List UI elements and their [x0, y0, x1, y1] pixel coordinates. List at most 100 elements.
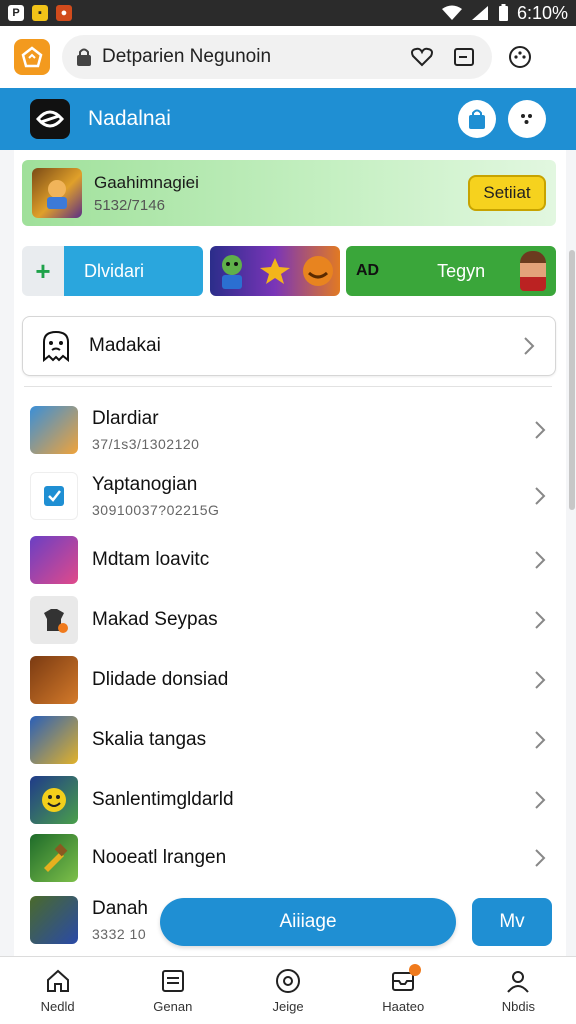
more-icon[interactable] [508, 100, 546, 138]
list-item-title: Makad Seypas [92, 609, 218, 630]
circle-icon [274, 967, 302, 995]
divider [24, 386, 552, 387]
app-thumbnail [30, 834, 78, 882]
nav-item-home[interactable]: Nedld [0, 957, 115, 1024]
search-card[interactable]: Madakai [22, 316, 556, 376]
list-item[interactable]: Dlardiar 37/1s3/1302120 [14, 402, 566, 458]
featured-banner[interactable]: Gaahimnagiei 5132/7146 Setiiat [22, 160, 556, 226]
content-area: Gaahimnagiei 5132/7146 Setiiat + Dlvidar… [0, 150, 576, 956]
list-item-title: Dlardiar [92, 408, 159, 429]
card-icon [159, 967, 187, 995]
app-thumbnail [30, 472, 78, 520]
bottom-nav: Nedld Genan Jeige Haateo Nbdis [0, 956, 576, 1024]
url-text[interactable]: Detparien Negunoin [102, 46, 394, 68]
app-screen: P ▪ ● 6:10% Detparien Negunoin Nadalnai … [0, 0, 576, 1024]
scrollbar-thumb[interactable] [569, 250, 575, 510]
chevron-right-icon [530, 730, 550, 750]
search-card-label: Madakai [89, 335, 161, 356]
avatar [520, 251, 546, 291]
game-app-icon: ● [56, 5, 72, 21]
nav-item-games[interactable]: Genan [115, 957, 230, 1024]
list-item[interactable]: Sanlentimgldarld [14, 772, 566, 828]
status-bar: P ▪ ● 6:10% [0, 0, 576, 26]
tabs-icon[interactable] [450, 43, 478, 71]
list-item-title: Mdtam loavitc [92, 549, 210, 570]
app-logo[interactable] [30, 99, 70, 139]
list-item[interactable]: Yaptanogian 30910037?02215G [14, 468, 566, 524]
promo-green-icon: AD [356, 262, 380, 279]
browser-toolbar: Detparien Negunoin [0, 26, 576, 88]
list-item-title: Skalia tangas [92, 729, 207, 750]
app-header: Nadalnai [0, 88, 576, 150]
yellow-app-icon: ▪ [32, 5, 48, 21]
list-item[interactable]: Mdtam loavitc [14, 532, 566, 588]
list-item-subtitle: 37/1s3/1302120 [92, 436, 200, 452]
list-item[interactable]: Makad Seypas [14, 592, 566, 648]
banner-subtitle: 5132/7146 [94, 196, 165, 214]
app-thumbnail [30, 716, 78, 764]
chevron-right-icon [530, 420, 550, 440]
app-thumbnail [30, 536, 78, 584]
list-item-title: Sanlentimgldarld [92, 789, 234, 810]
battery-icon [498, 4, 508, 21]
nav-item-center[interactable]: Jeige [230, 957, 345, 1024]
nav-label: Haateo [382, 999, 425, 1014]
nav-label: Nbdis [501, 999, 536, 1014]
promo-blue-card[interactable]: + Dlvidari [22, 246, 203, 296]
notification-badge [409, 964, 422, 976]
nav-label: Jeige [272, 999, 304, 1014]
list-item-subtitle: 3332 10 [92, 926, 147, 942]
bag-icon[interactable] [458, 100, 496, 138]
list-item-title: Dlidade donsiad [92, 669, 229, 690]
app-thumbnail [30, 656, 78, 704]
home-icon [44, 967, 72, 995]
secondary-action-button[interactable]: Mv [472, 898, 552, 946]
plus-icon: + [35, 255, 51, 286]
list-item-title: Nooeatl lrangen [92, 847, 227, 868]
list-item[interactable]: Nooeatl lrangen [14, 830, 566, 886]
p-icon: P [8, 5, 24, 21]
ghost-icon [43, 330, 69, 362]
list-item[interactable]: Dlidade donsiad [14, 652, 566, 708]
app-thumbnail [30, 596, 78, 644]
logo-burst-icon [260, 258, 290, 284]
character-icon [222, 255, 242, 289]
orange-ball-icon [303, 256, 333, 286]
banner-action-button[interactable]: Setiiat [468, 175, 546, 211]
address-bar[interactable]: Detparien Negunoin [62, 35, 492, 79]
home-logo-icon[interactable] [14, 39, 50, 75]
list-item-subtitle: 30910037?02215G [92, 502, 220, 518]
chevron-right-icon [530, 610, 550, 630]
app-thumbnail [30, 406, 78, 454]
chevron-right-icon [530, 670, 550, 690]
primary-action-button[interactable]: Aiiiage [160, 898, 456, 946]
status-time: 6:10% [516, 2, 568, 23]
heart-icon[interactable] [408, 43, 436, 71]
app-thumbnail [30, 896, 78, 944]
profile-icon [504, 967, 532, 995]
chevron-right-icon [530, 848, 550, 868]
nav-label: Genan [153, 999, 193, 1014]
list-item[interactable]: Skalia tangas [14, 712, 566, 768]
wifi-icon [441, 5, 462, 20]
promo-green-card[interactable]: AD Tegyn [346, 246, 556, 296]
content-sheet: Gaahimnagiei 5132/7146 Setiiat + Dlvidar… [14, 150, 566, 956]
banner-title: Gaahimnagiei [94, 172, 199, 192]
menu-icon[interactable] [506, 43, 534, 71]
chevron-right-icon [530, 486, 550, 506]
inbox-icon [389, 964, 422, 995]
chevron-right-icon [530, 790, 550, 810]
promo-green-label: Tegyn [437, 260, 486, 281]
signal-icon [471, 6, 488, 20]
list-item-title: Yaptanogian [92, 474, 198, 495]
promo-row: + Dlvidari AD Tegyn [22, 246, 556, 298]
banner-game-thumbnail [32, 168, 82, 218]
lock-icon [77, 48, 91, 66]
nav-item-profile[interactable]: Nbdis [461, 957, 576, 1024]
promo-blue-label: Dlvidari [84, 260, 145, 281]
nav-label: Nedld [40, 999, 75, 1014]
nav-item-inbox[interactable]: Haateo [346, 957, 461, 1024]
app-thumbnail [30, 776, 78, 824]
promo-game-card[interactable] [210, 246, 340, 296]
chevron-right-icon [519, 336, 539, 356]
